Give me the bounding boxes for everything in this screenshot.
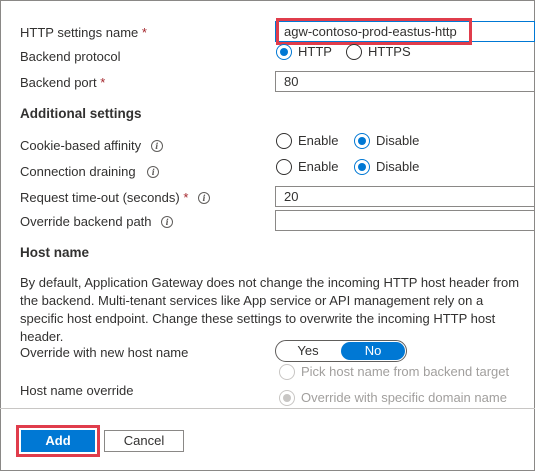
footer-divider bbox=[0, 408, 535, 409]
toggle-yes[interactable]: Yes bbox=[276, 341, 340, 361]
highlight-box-name bbox=[276, 18, 472, 45]
info-icon[interactable]: i bbox=[147, 166, 160, 178]
option-specific-domain[interactable]: Override with specific domain name bbox=[279, 390, 507, 406]
backend-port-input[interactable]: 80 bbox=[275, 71, 535, 92]
draining-option-disable[interactable]: Disable bbox=[354, 159, 419, 175]
protocol-option-http[interactable]: HTTP bbox=[276, 44, 332, 60]
protocol-option-https[interactable]: HTTPS bbox=[346, 44, 411, 60]
radio-pick-backend[interactable] bbox=[279, 364, 295, 380]
additional-settings-heading: Additional settings bbox=[20, 106, 142, 121]
info-icon[interactable]: i bbox=[198, 192, 210, 204]
radio-http[interactable] bbox=[276, 44, 292, 60]
override-new-host-label: Override with new host name bbox=[20, 345, 189, 360]
http-settings-name-label: HTTP settings name * bbox=[20, 25, 147, 40]
backend-protocol-label: Backend protocol bbox=[20, 49, 121, 64]
radio-cookie-disable[interactable] bbox=[354, 133, 370, 149]
cookie-option-enable[interactable]: Enable bbox=[276, 133, 338, 149]
info-icon[interactable]: i bbox=[161, 216, 174, 228]
radio-specific-domain[interactable] bbox=[279, 390, 295, 406]
cookie-option-disable[interactable]: Disable bbox=[354, 133, 419, 149]
override-host-toggle[interactable]: Yes No bbox=[275, 340, 407, 362]
host-name-description: By default, Application Gateway does not… bbox=[20, 275, 520, 344]
cancel-button[interactable]: Cancel bbox=[104, 430, 184, 452]
override-path-label: Override backend path i bbox=[20, 214, 174, 229]
host-name-override-label: Host name override bbox=[20, 383, 134, 398]
connection-draining-label: Connection draining i bbox=[20, 164, 160, 179]
override-path-input[interactable] bbox=[275, 210, 535, 231]
request-timeout-label: Request time-out (seconds) * i bbox=[20, 190, 210, 205]
cookie-affinity-label: Cookie-based affinity i bbox=[20, 138, 163, 153]
backend-port-label: Backend port * bbox=[20, 75, 106, 90]
radio-cookie-enable[interactable] bbox=[276, 133, 292, 149]
toggle-no[interactable]: No bbox=[341, 342, 405, 360]
request-timeout-input[interactable]: 20 bbox=[275, 186, 535, 207]
radio-draining-enable[interactable] bbox=[276, 159, 292, 175]
info-icon[interactable]: i bbox=[150, 140, 163, 152]
option-pick-backend-host[interactable]: Pick host name from backend target bbox=[279, 364, 509, 380]
radio-https[interactable] bbox=[346, 44, 362, 60]
host-name-heading: Host name bbox=[20, 245, 90, 260]
highlight-box-add bbox=[16, 425, 100, 457]
draining-option-enable[interactable]: Enable bbox=[276, 159, 338, 175]
radio-draining-disable[interactable] bbox=[354, 159, 370, 175]
